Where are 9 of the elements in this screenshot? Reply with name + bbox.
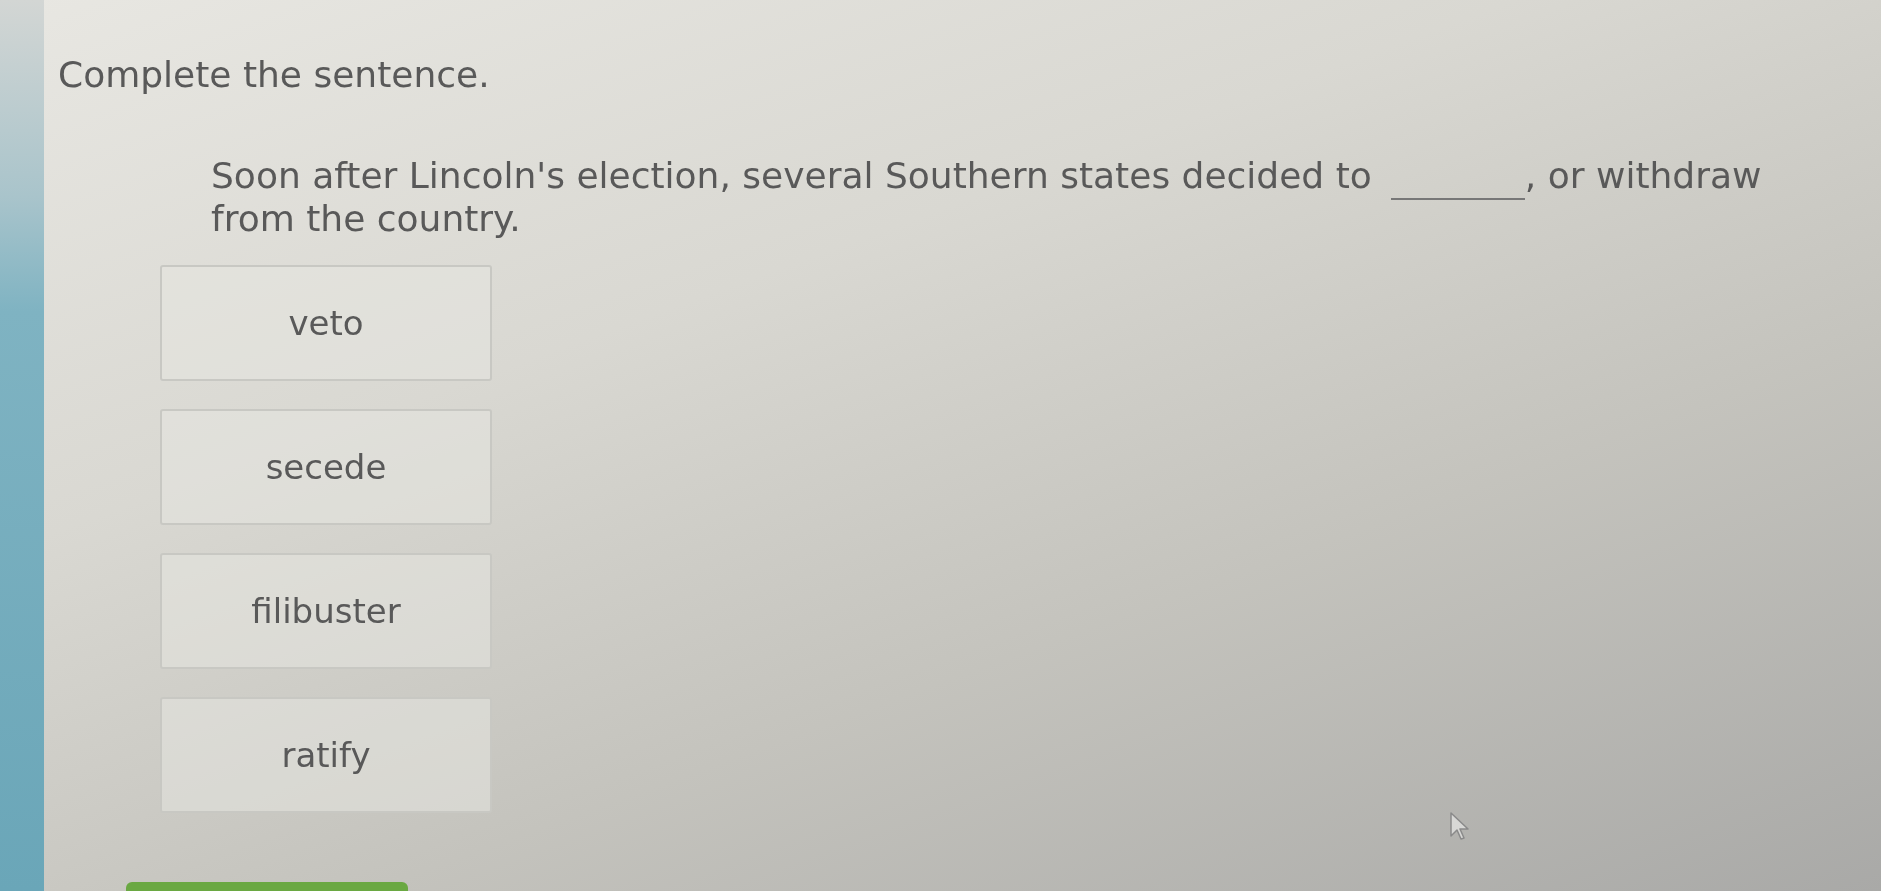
- sentence-text: , or withdraw: [1524, 155, 1762, 196]
- sentence-text: Soon after Lincoln's election, several Southern states decided to: [211, 155, 1372, 196]
- answer-tile[interactable]: secede: [160, 409, 492, 525]
- answer-tile[interactable]: filibuster: [160, 553, 492, 669]
- instruction-text: Complete the sentence.: [58, 55, 490, 95]
- sentence-text: from the country.: [211, 198, 521, 239]
- cursor-icon: [1449, 812, 1471, 840]
- answer-tile[interactable]: veto: [160, 265, 492, 381]
- answer-tile[interactable]: ratify: [160, 697, 492, 813]
